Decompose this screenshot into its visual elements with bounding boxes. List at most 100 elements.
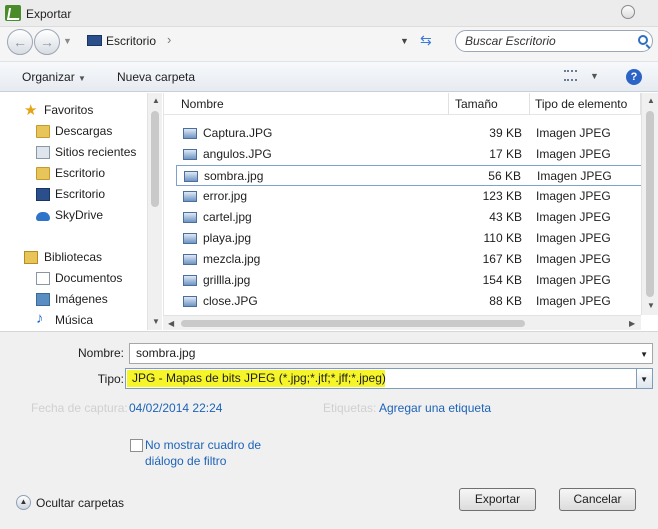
scroll-right-icon[interactable]: ▶ [629,319,635,328]
file-type-value: JPG - Mapas de bits JPEG (*.jpg;*.jtf;*.… [132,371,386,385]
nav-item-desktop[interactable]: Escritorio [0,184,147,205]
nav-item-label: Escritorio [55,187,106,201]
jpeg-file-icon [183,191,197,202]
nav-scrollbar[interactable]: ▲ ▼ [147,93,162,330]
column-divider[interactable] [448,93,449,115]
view-options-icon[interactable] [564,70,577,81]
nav-item-documents[interactable]: Documentos [0,268,147,289]
cancel-button[interactable]: Cancelar [559,488,636,511]
horizontal-scrollbar[interactable]: ◀ ▶ [163,315,641,330]
history-dropdown-icon[interactable]: ▼ [63,36,72,46]
filename-field[interactable]: sombra.jpg ▼ [129,343,653,364]
file-type: Imagen JPEG [536,126,611,140]
column-type[interactable]: Tipo de elemento [535,97,627,111]
scroll-left-icon[interactable]: ◀ [168,319,174,328]
file-row[interactable]: mezcla.jpg 167 KB Imagen JPEG [176,249,642,270]
scroll-up-icon[interactable]: ▲ [647,96,655,105]
view-dropdown-icon[interactable]: ▼ [590,71,599,81]
new-folder-button[interactable]: Nueva carpeta [117,70,195,84]
scroll-thumb[interactable] [181,320,525,327]
add-tag-link[interactable]: Agregar una etiqueta [379,401,491,415]
collapse-up-icon[interactable]: ▲ [16,495,31,510]
file-type: Imagen JPEG [536,252,611,266]
column-size[interactable]: Tamaño [455,97,498,111]
scroll-thumb[interactable] [646,111,654,297]
file-name: close.JPG [203,294,258,308]
no-filter-dialog-checkbox[interactable] [130,439,143,452]
nav-item-downloads[interactable]: Descargas [0,121,147,142]
file-row[interactable]: angulos.JPG 17 KB Imagen JPEG [176,144,642,165]
file-row[interactable]: error.jpg 123 KB Imagen JPEG [176,186,642,207]
nav-favorites[interactable]: ★ Favoritos [0,100,147,121]
file-list: Nombre Tamaño Tipo de elemento Captura.J… [163,93,642,315]
scroll-up-icon[interactable]: ▲ [152,96,160,105]
no-filter-dialog-label-line2[interactable]: diálogo de filtro [145,454,226,468]
scroll-down-icon[interactable]: ▼ [647,301,655,310]
star-icon: ★ [24,102,38,119]
column-header: Nombre Tamaño Tipo de elemento [164,93,642,115]
desktop-icon [87,35,102,46]
nav-item-images[interactable]: Imágenes [0,289,147,310]
file-row[interactable]: close.JPG 88 KB Imagen JPEG [176,291,642,312]
file-type-select[interactable]: JPG - Mapas de bits JPEG (*.jpg;*.jtf;*.… [125,368,653,389]
file-row[interactable]: playa.jpg 110 KB Imagen JPEG [176,228,642,249]
no-filter-dialog-label-line1[interactable]: No mostrar cuadro de [145,438,261,452]
nav-item-label: Imágenes [55,292,108,306]
hide-folders-button[interactable]: Ocultar carpetas [36,496,124,510]
jpeg-file-icon [183,128,197,139]
back-button[interactable]: ← [7,29,33,55]
file-name: cartel.jpg [203,210,252,224]
cloud-icon [36,212,50,221]
forward-button[interactable]: → [34,29,60,55]
organize-button[interactable]: Organizar ▼ [22,70,86,84]
export-button[interactable]: Exportar [459,488,536,511]
column-name[interactable]: Nombre [181,97,224,111]
folder-icon [36,167,50,180]
close-button[interactable] [621,5,635,19]
type-label: Tipo: [97,372,124,386]
navigation-pane: ★ Favoritos Descargas Sitios recientes E… [0,93,147,330]
type-dropdown-button[interactable]: ▼ [636,369,652,388]
file-size: 17 KB [489,147,522,161]
name-label: Nombre: [77,346,124,360]
chevron-right-icon[interactable]: › [167,32,171,47]
nav-item-recent-places[interactable]: Sitios recientes [0,142,147,163]
window-title: Exportar [26,7,72,21]
refresh-icon[interactable]: ⇆ [420,32,432,49]
chevron-down-icon[interactable]: ▼ [640,350,648,359]
nav-item-desktop-folder[interactable]: Escritorio [0,163,147,184]
file-type: Imagen JPEG [536,147,611,161]
file-size: 56 KB [488,169,521,183]
file-size: 110 KB [483,231,522,245]
jpeg-file-icon [183,149,197,160]
file-name: Captura.JPG [203,126,273,140]
scroll-thumb[interactable] [151,111,159,207]
search-placeholder: Buscar Escritorio [465,34,556,48]
nav-item-music[interactable]: ♪ Música [0,310,147,331]
file-name: error.jpg [203,189,248,203]
file-name: angulos.JPG [203,147,272,161]
nav-libraries[interactable]: Bibliotecas [0,247,147,268]
document-icon [36,272,50,285]
file-row[interactable]: grillla.jpg 154 KB Imagen JPEG [176,270,642,291]
tags-label: Etiquetas: [323,401,377,415]
search-icon[interactable] [638,35,648,45]
filename-value: sombra.jpg [136,346,196,360]
search-input[interactable]: Buscar Escritorio [455,30,653,52]
file-row[interactable]: Captura.JPG 39 KB Imagen JPEG [176,123,642,144]
nav-item-label: Música [55,313,94,327]
jpeg-file-icon [183,254,197,265]
desktop-icon [36,188,50,201]
file-name: sombra.jpg [204,169,264,183]
capture-date-value: 04/02/2014 22:24 [129,401,223,415]
help-icon[interactable]: ? [626,69,642,85]
file-row[interactable]: cartel.jpg 43 KB Imagen JPEG [176,207,642,228]
scroll-down-icon[interactable]: ▼ [152,317,160,326]
nav-item-skydrive[interactable]: SkyDrive [0,205,147,226]
file-list-scrollbar[interactable]: ▲ ▼ [641,93,658,315]
file-row[interactable]: sombra.jpg 56 KB Imagen JPEG [176,165,642,186]
address-dropdown-icon[interactable]: ▼ [400,36,409,46]
breadcrumb-location[interactable]: Escritorio [106,34,156,48]
column-divider[interactable] [529,93,530,115]
music-icon: ♪ [36,310,44,327]
